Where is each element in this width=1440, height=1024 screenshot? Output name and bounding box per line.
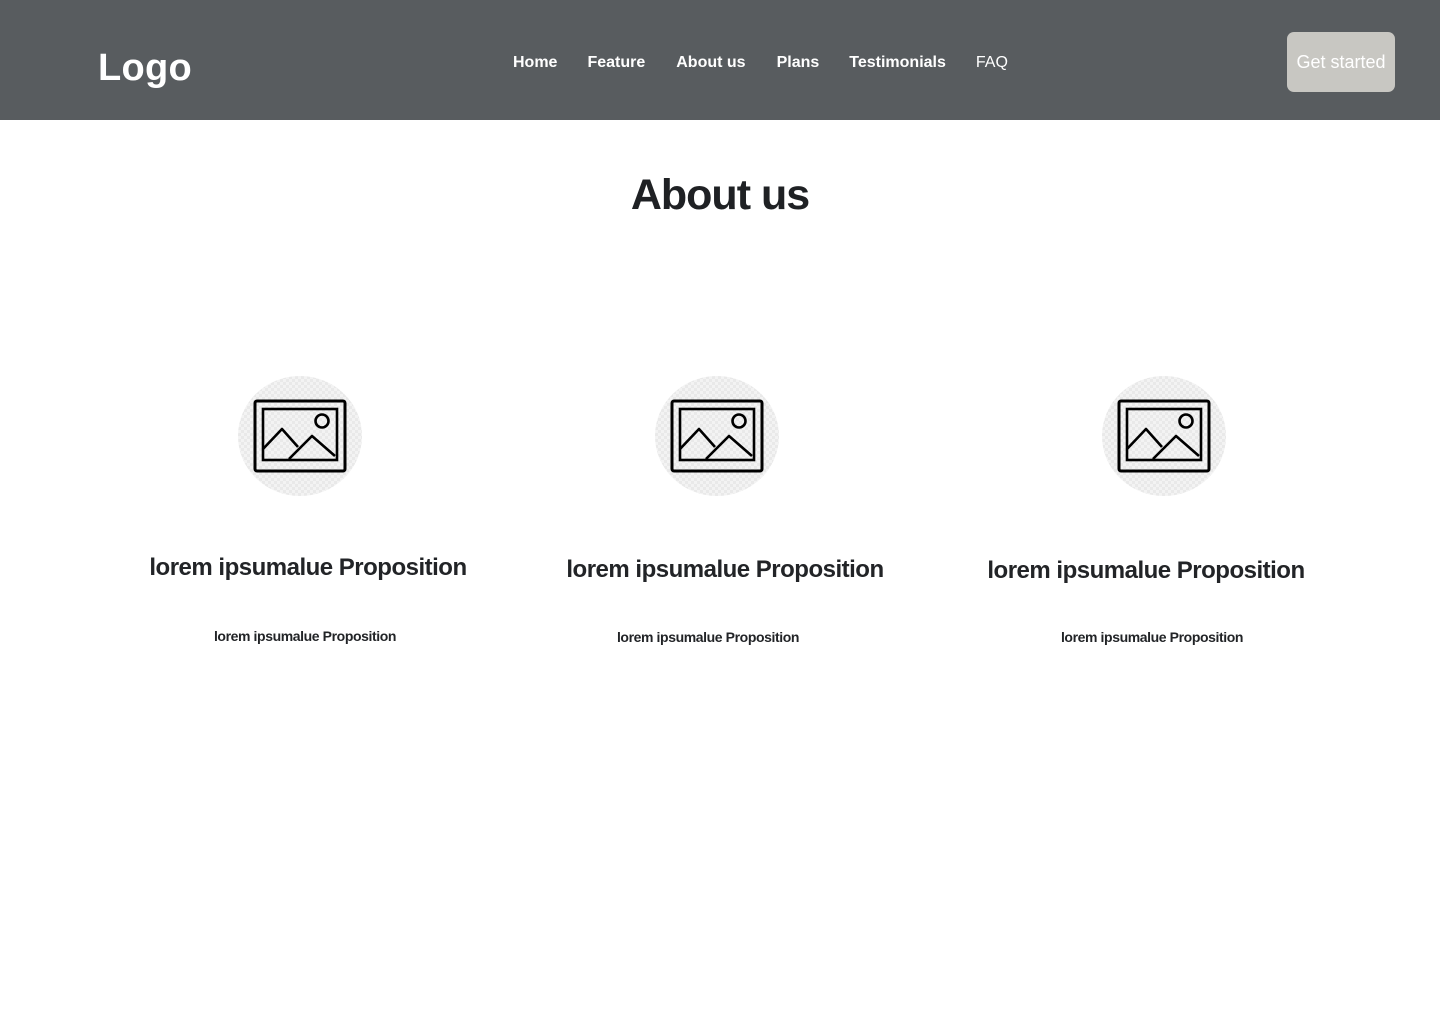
site-header: Logo Home Feature About us Plans Testimo… [0, 0, 1440, 120]
image-placeholder-icon [655, 376, 779, 496]
card-text: lorem ipsumalue Proposition [616, 629, 800, 645]
image-icon-graphic [670, 399, 764, 473]
nav-item-plans[interactable]: Plans [777, 52, 820, 74]
section-title: About us [630, 171, 810, 219]
image-icon-graphic [253, 399, 347, 473]
card-title: lorem ipsumalue Proposition [566, 556, 884, 583]
image-placeholder-icon [238, 376, 362, 496]
logo[interactable]: Logo [98, 46, 192, 90]
nav-item-faq[interactable]: FAQ [976, 52, 1008, 74]
get-started-button[interactable]: Get started [1287, 32, 1395, 92]
main-nav: Home Feature About us Plans Testimonials… [513, 52, 1008, 74]
nav-item-feature[interactable]: Feature [587, 52, 645, 74]
card-title: lorem ipsumalue Proposition [149, 554, 467, 581]
image-placeholder-icon [1102, 376, 1226, 496]
card-text: lorem ipsumalue Proposition [213, 628, 397, 644]
nav-item-testimonials[interactable]: Testimonials [849, 52, 946, 74]
nav-item-home[interactable]: Home [513, 52, 557, 74]
card-text: lorem ipsumalue Proposition [1060, 629, 1244, 645]
nav-item-about-us[interactable]: About us [676, 52, 745, 74]
image-icon-graphic [1117, 399, 1211, 473]
card-title: lorem ipsumalue Proposition [987, 557, 1305, 584]
